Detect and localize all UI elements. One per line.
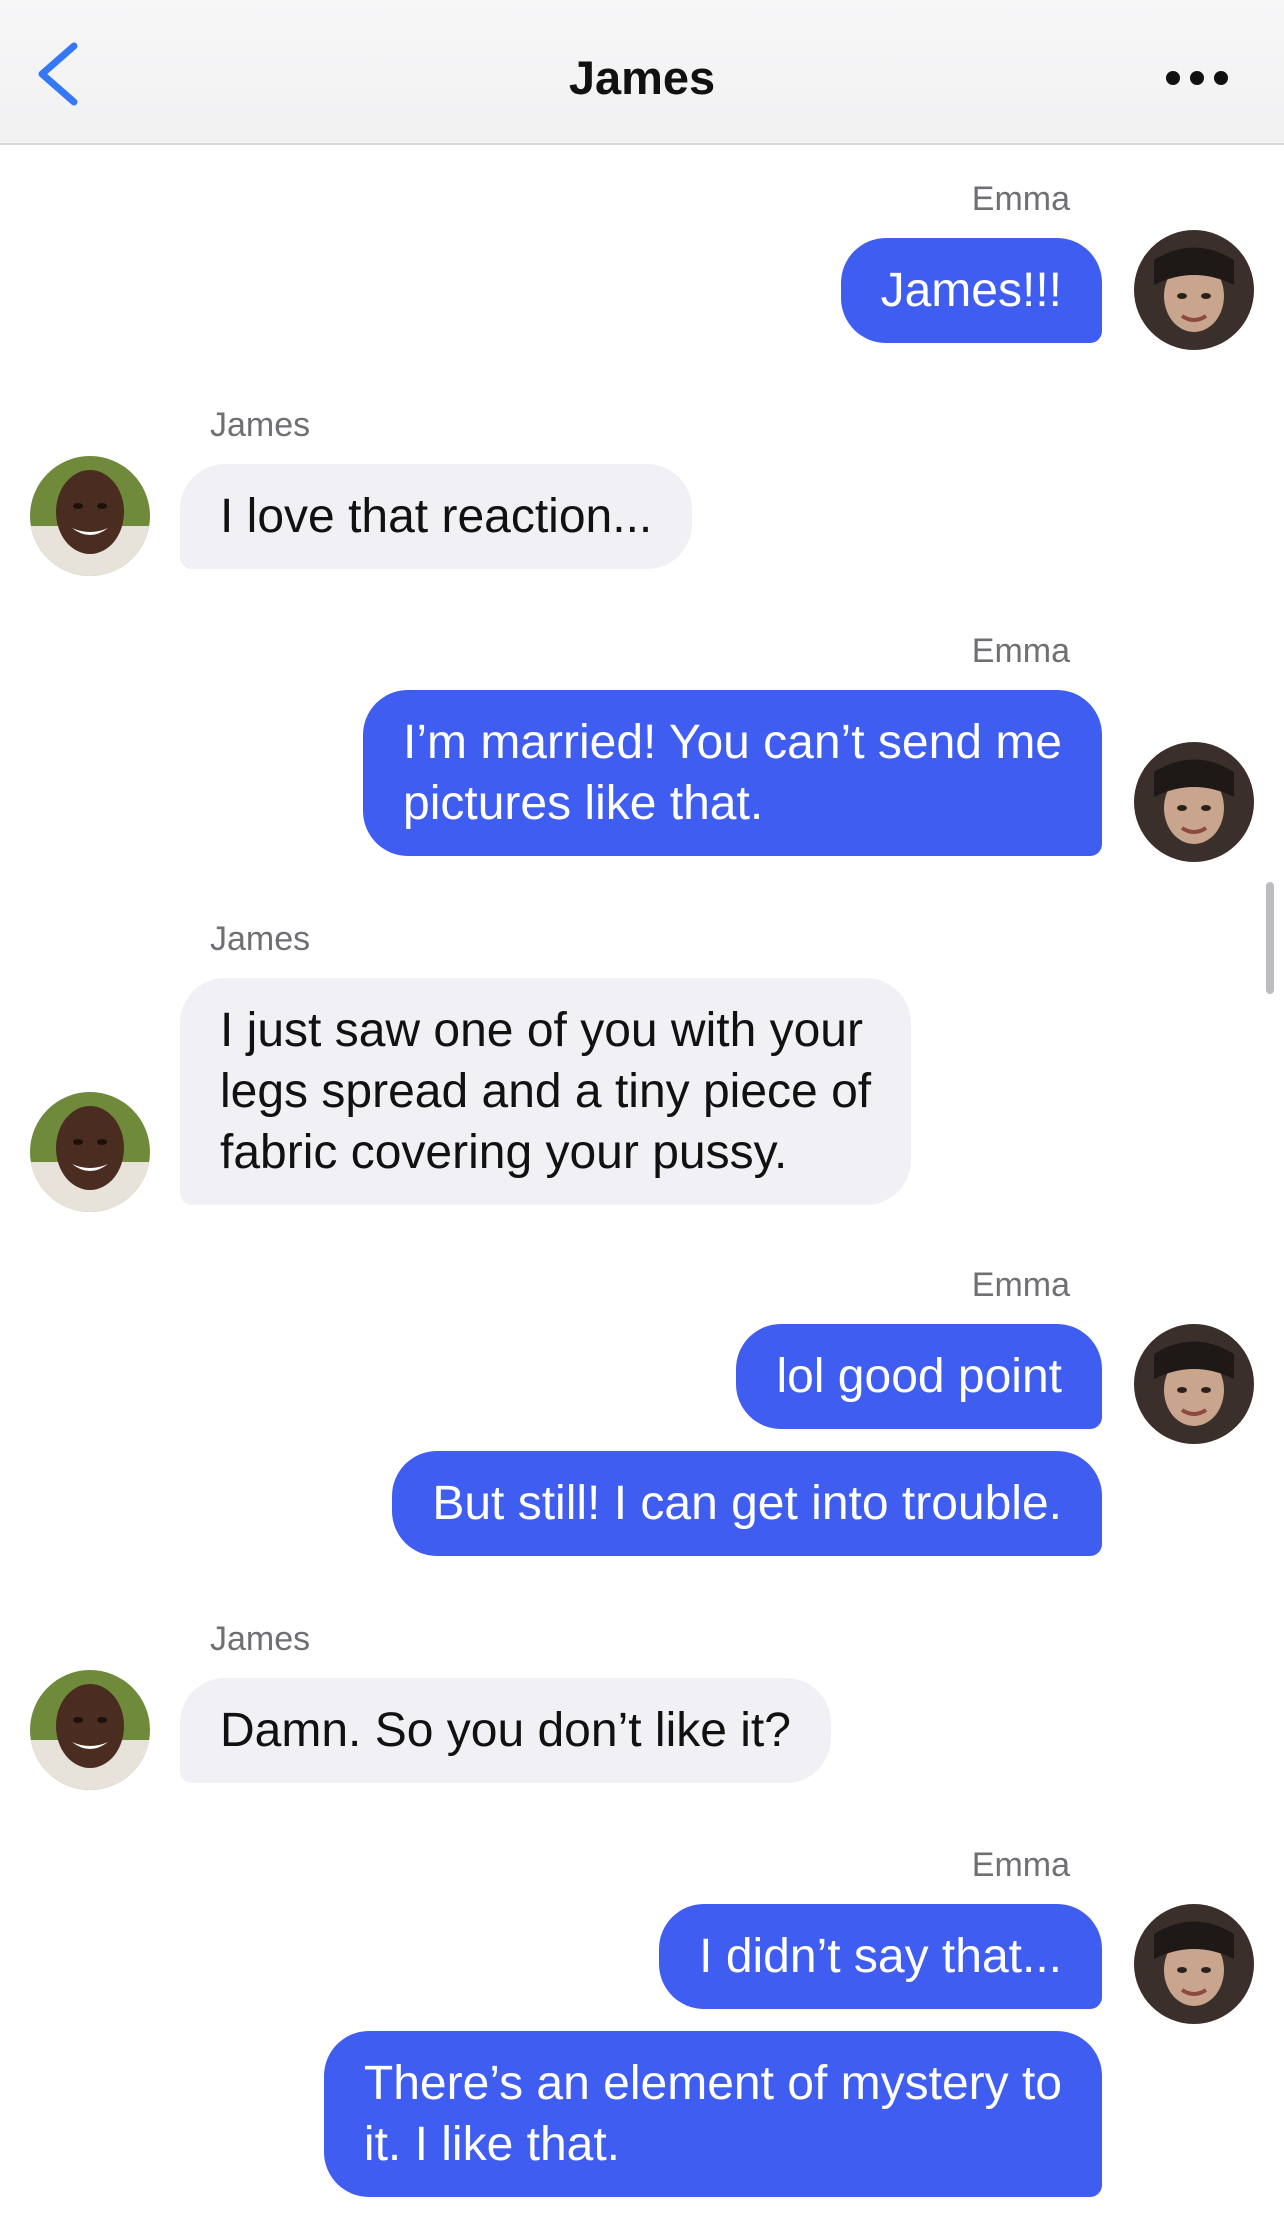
more-options-button[interactable]	[1162, 58, 1232, 98]
sender-name: Emma	[971, 180, 1070, 218]
james-avatar[interactable]	[30, 1670, 150, 1790]
sender-name: James	[210, 1620, 311, 1658]
outgoing-message-bubble[interactable]: lol good point	[736, 1324, 1102, 1429]
sender-name: James	[210, 920, 311, 958]
outgoing-message-bubble[interactable]: I’m married! You can’t send me pictures …	[363, 690, 1102, 856]
emma-avatar[interactable]	[1134, 742, 1254, 862]
more-horizontal-icon	[1166, 71, 1228, 85]
outgoing-message-bubble[interactable]: I didn’t say that...	[659, 1904, 1102, 2009]
sender-name: Emma	[971, 632, 1070, 670]
emma-avatar[interactable]	[1134, 230, 1254, 350]
james-avatar[interactable]	[30, 1092, 150, 1212]
outgoing-message-bubble[interactable]: James!!!	[840, 238, 1102, 343]
sender-name: James	[210, 406, 311, 444]
incoming-message-bubble[interactable]: I love that reaction...	[180, 464, 693, 569]
outgoing-message-bubble[interactable]: But still! I can get into trouble.	[392, 1451, 1102, 1556]
incoming-message-bubble[interactable]: Damn. So you don’t like it?	[180, 1678, 831, 1783]
emma-avatar[interactable]	[1134, 1904, 1254, 2024]
james-avatar[interactable]	[30, 456, 150, 576]
sender-name: Emma	[971, 1846, 1070, 1884]
emma-avatar[interactable]	[1134, 1324, 1254, 1444]
conversation-title: James	[568, 51, 716, 104]
incoming-message-bubble[interactable]: I just saw one of you with your legs spr…	[180, 978, 912, 1205]
sender-name: Emma	[971, 1266, 1070, 1304]
outgoing-message-bubble[interactable]: There’s an element of mystery to it. I l…	[323, 2031, 1102, 2197]
scrollbar[interactable]	[1266, 882, 1274, 994]
nav-header: James	[0, 0, 1284, 145]
